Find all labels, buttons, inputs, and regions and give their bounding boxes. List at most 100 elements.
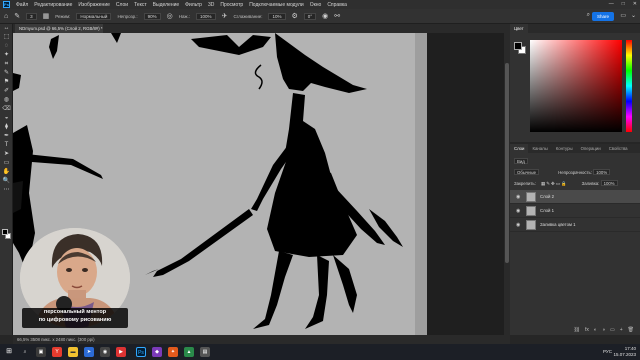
tab-paths[interactable]: Контуры [552,144,577,153]
foreground-color-swatch[interactable] [2,229,8,235]
minimize-icon[interactable]: — [609,1,614,7]
menu-view[interactable]: Просмотр [220,2,243,8]
app-icon[interactable]: ▶ [116,347,126,357]
system-clock[interactable]: 17:40 15.07.2023 [613,346,636,358]
adjustment-icon[interactable]: ◑ [602,326,605,335]
hand-tool-icon[interactable]: ✋ [0,168,13,177]
pressure-opacity-icon[interactable]: ◎ [167,12,173,20]
layer-fill-field[interactable]: 100% [600,180,618,186]
telegram-icon[interactable]: ➤ [84,347,94,357]
more-tools-icon[interactable]: ⋯ [0,186,13,195]
home-icon[interactable]: ⌂ [4,13,8,20]
pen-tool-icon[interactable]: ✒ [0,132,13,141]
lasso-tool-icon[interactable]: ◌ [0,42,13,51]
tab-actions[interactable]: Операции [577,144,605,153]
menu-edit[interactable]: Редактирование [34,2,72,8]
airbrush-icon[interactable]: ✈ [222,12,228,20]
brush-tool-icon[interactable]: ✐ [0,87,13,96]
eraser-tool-icon[interactable]: ⌫ [0,105,13,114]
layer-row[interactable]: ◉ Слой 2 [510,190,640,204]
pressure-size-icon[interactable]: ◉ [322,12,328,20]
path-selection-tool-icon[interactable]: ➤ [0,150,13,159]
healing-tool-icon[interactable]: ⚑ [0,78,13,87]
menu-filter[interactable]: Фильтр [185,2,202,8]
chevron-down-icon[interactable]: ⌄ [631,12,636,19]
photoshop-taskbar-icon[interactable]: Ps [136,347,146,357]
file-explorer-icon[interactable]: ▬ [68,347,78,357]
menu-3d[interactable]: 3D [208,2,214,8]
dodge-tool-icon[interactable]: ⧫ [0,123,13,132]
eye-icon[interactable]: ◉ [516,208,522,214]
hue-slider[interactable] [626,40,632,132]
app-icon[interactable]: ✦ [168,347,178,357]
menu-bar: Ps Файл Редактирование Изображение Слои … [0,0,640,9]
eye-icon[interactable]: ◉ [516,222,522,228]
fx-icon[interactable]: fx [585,326,589,335]
app-icon[interactable]: ◆ [152,347,162,357]
menu-help[interactable]: Справка [327,2,347,8]
menu-file[interactable]: Файл [16,2,28,8]
layer-opacity-field[interactable]: 100% [593,169,611,175]
shape-tool-icon[interactable]: ▭ [0,159,13,168]
layer-row[interactable]: ◉ Заливка цветом 1 [510,218,640,232]
type-tool-icon[interactable]: T [0,141,13,150]
lock-icon[interactable]: ▦ ✎ ✥ ▭ 🔒 [541,181,566,186]
brush-settings-icon[interactable]: ▦ [43,12,50,20]
tab-channels[interactable]: Каналы [528,144,551,153]
move-tool-icon[interactable]: ↔ [0,24,13,33]
search-icon[interactable]: ⌕ [587,12,590,19]
menu-plugins[interactable]: Подключаемые модули [249,2,303,8]
app-icon[interactable]: ▲ [184,347,194,357]
brush-tool-icon[interactable]: ✎ [14,12,20,20]
layer-row[interactable]: ◉ Слой 1 [510,204,640,218]
close-icon[interactable]: ✕ [633,1,637,7]
menu-type[interactable]: Текст [134,2,147,8]
blend-mode-select[interactable]: Обычные [514,169,539,175]
menu-image[interactable]: Изображение [78,2,110,8]
color-picker-field[interactable] [530,40,622,132]
yandex-browser-icon[interactable]: Y [52,347,62,357]
mode-select[interactable]: Нормальный [76,12,112,20]
photoshop-logo-icon[interactable]: Ps [3,1,10,8]
share-button[interactable]: Share [592,12,614,21]
language-indicator[interactable]: РУС [603,349,612,354]
gear-icon[interactable]: ⚙ [292,12,298,20]
maximize-icon[interactable]: □ [622,1,625,7]
foreground-color-swatch[interactable] [514,42,522,50]
zoom-tool-icon[interactable]: 🔍 [0,177,13,186]
document-tab[interactable]: NDmyum.psd @ 66,5% (Слой 2, RGB/8#) * [15,24,103,33]
flow-field[interactable]: 100% [196,12,216,20]
opacity-field[interactable]: 90% [143,12,161,20]
windows-start-icon[interactable]: ⊞ [4,347,14,357]
scrollbar-thumb[interactable] [505,63,509,263]
brush-size-field[interactable]: 3 [26,12,37,20]
marquee-tool-icon[interactable]: ⬚ [0,33,13,42]
app-icon[interactable]: ▤ [200,347,210,357]
group-icon[interactable]: ▭ [610,326,615,335]
trash-icon[interactable]: 🗑 [628,326,634,335]
search-icon[interactable]: ⌕ [20,347,30,357]
crop-tool-icon[interactable]: ⌗ [0,60,13,69]
obs-icon[interactable]: ◉ [100,347,110,357]
layer-filter-select[interactable]: Вид [514,158,528,164]
workspace-icon[interactable]: ▭ [620,12,626,19]
angle-field[interactable]: 0° [303,12,317,20]
menu-window[interactable]: Окно [310,2,322,8]
mask-icon[interactable]: ◐ [594,326,597,335]
eye-icon[interactable]: ◉ [516,194,522,200]
gradient-tool-icon[interactable]: ◒ [0,114,13,123]
task-view-icon[interactable]: ▣ [36,347,46,357]
tab-color[interactable]: Цвет [510,24,528,33]
tab-properties[interactable]: Свойства [605,144,632,153]
tab-layers[interactable]: Слои [510,144,529,153]
menu-select[interactable]: Выделение [153,2,180,8]
eyedropper-tool-icon[interactable]: ✎ [0,69,13,78]
link-layers-icon[interactable]: ⛓ [574,326,580,335]
smoothing-field[interactable]: 10% [268,12,286,20]
clone-stamp-tool-icon[interactable]: ◍ [0,96,13,105]
new-layer-icon[interactable]: + [620,326,623,335]
smoothing-label: Сглаживание: [233,13,263,19]
menu-layers[interactable]: Слои [116,2,128,8]
symmetry-icon[interactable]: ⚯ [334,12,340,20]
magic-wand-tool-icon[interactable]: ✦ [0,51,13,60]
